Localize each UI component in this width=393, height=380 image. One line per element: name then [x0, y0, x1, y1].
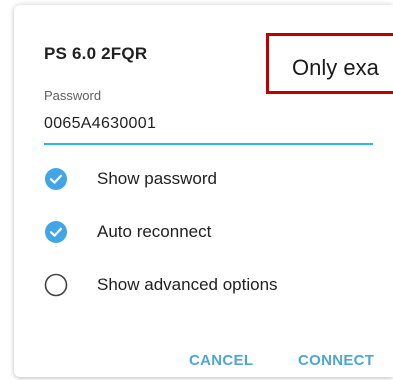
password-field-underline	[44, 143, 373, 145]
connect-button[interactable]: CONNECT	[298, 352, 374, 369]
checkbox-unchecked-icon[interactable]	[44, 273, 68, 297]
password-label: Password	[44, 88, 102, 103]
show-password-label: Show password	[97, 169, 218, 188]
dialog-title: PS 6.0 2FQR	[44, 44, 148, 63]
cancel-button[interactable]: CANCEL	[189, 352, 253, 369]
auto-reconnect-option[interactable]: Auto reconnect	[44, 219, 364, 245]
show-advanced-options-option[interactable]: Show advanced options	[44, 272, 364, 298]
show-password-option[interactable]: Show password	[44, 166, 364, 192]
auto-reconnect-label: Auto reconnect	[97, 222, 212, 241]
callout-text: Only exa	[292, 55, 379, 80]
password-field[interactable]: 0065A4630001	[44, 115, 156, 133]
checkbox-checked-icon[interactable]	[44, 167, 68, 191]
checkbox-checked-icon[interactable]	[44, 220, 68, 244]
annotation-callout: Only exa	[266, 33, 393, 94]
show-advanced-options-label: Show advanced options	[97, 275, 278, 294]
